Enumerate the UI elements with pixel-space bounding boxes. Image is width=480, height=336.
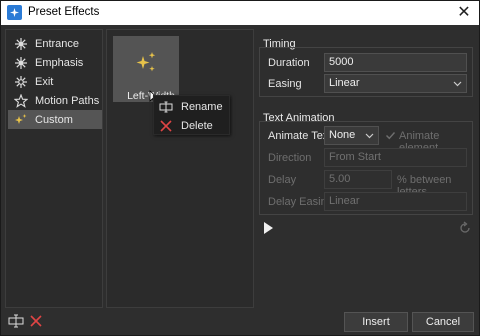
easing-select[interactable]: Linear [324,74,467,93]
sidebar-item-motion-paths[interactable]: Motion Paths [8,91,102,110]
category-list: Entrance Emphasis Exit Motion Paths Cust… [5,29,103,308]
sidebar-item-label: Entrance [35,37,80,50]
sidebar-item-label: Custom [35,113,73,126]
sidebar-item-label: Exit [35,75,54,88]
animate-element-checkbox[interactable] [385,130,396,141]
animate-text-label: Animate Text [268,130,332,142]
direction-label: Direction [268,152,312,164]
star-burst-icon [14,56,28,70]
delay-easing-input[interactable]: Linear [324,192,467,211]
delay-label: Delay [268,174,297,186]
app-icon [7,5,22,20]
direction-input[interactable]: From Start [324,148,467,167]
cancel-button[interactable]: Cancel [412,312,474,332]
menu-item-label: Delete [181,119,213,132]
context-menu: Rename Delete [153,95,230,135]
duration-label: Duration [268,57,310,69]
reset-icon[interactable] [458,221,472,235]
window-title: Preset Effects [28,6,100,18]
effects-grid: Left-Width [106,29,254,308]
sparkles-icon [14,113,28,127]
sidebar-item-entrance[interactable]: Entrance [8,34,102,53]
preset-effects-dialog: Preset Effects ✕ Entrance Emphasis Exit [0,0,480,336]
insert-button[interactable]: Insert [344,312,408,332]
animate-text-select-value: None [329,129,356,141]
sidebar-item-exit[interactable]: Exit [8,72,102,91]
play-icon[interactable] [260,220,276,236]
chevron-down-icon [453,75,462,98]
rename-icon[interactable] [8,313,24,329]
star-burst-icon [14,75,28,89]
easing-label: Easing [268,78,302,90]
rename-icon [159,100,173,114]
close-icon[interactable]: ✕ [455,4,473,22]
sidebar-item-custom[interactable]: Custom [8,110,102,129]
delete-x-icon[interactable] [28,313,44,329]
chevron-down-icon [365,127,374,150]
star-outline-icon [13,92,29,108]
delete-x-icon [159,119,173,133]
menu-item-label: Rename [181,100,223,113]
easing-select-value: Linear [329,77,360,89]
sidebar-item-label: Emphasis [35,56,84,69]
delay-input[interactable]: 5.00 [324,170,392,189]
animate-text-select[interactable]: None [324,126,379,145]
sidebar-item-emphasis[interactable]: Emphasis [8,53,102,72]
menu-item-delete[interactable]: Delete [154,116,229,135]
title-bar: Preset Effects ✕ [1,1,479,25]
menu-item-rename[interactable]: Rename [154,97,229,116]
duration-input[interactable]: 5000 [324,53,467,72]
sparkles-icon [133,50,159,79]
sidebar-item-label: Motion Paths [35,94,100,107]
effect-tile-left-width[interactable]: Left-Width [113,36,179,102]
star-burst-icon [14,37,28,51]
